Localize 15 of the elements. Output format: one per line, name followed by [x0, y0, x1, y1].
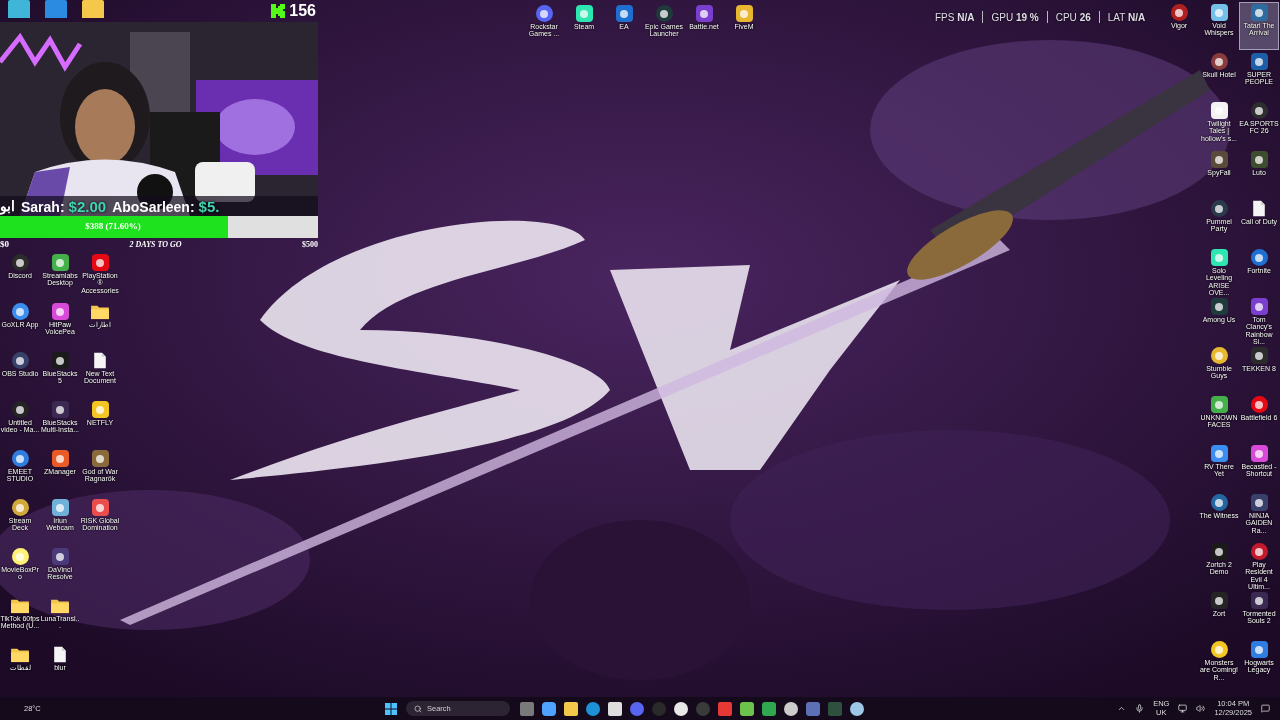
taskbar-app-icon[interactable] [850, 701, 864, 716]
taskbar-app-icon[interactable] [740, 701, 754, 716]
speaker-icon[interactable] [1196, 704, 1206, 713]
taskbar-app-icon[interactable] [608, 701, 622, 716]
taskbar-app-icon[interactable] [762, 701, 776, 716]
taskbar-app-icon[interactable] [674, 701, 688, 716]
taskbar-app-icon[interactable] [564, 701, 578, 716]
microphone-icon[interactable] [1135, 704, 1145, 713]
notification-icon[interactable] [1261, 704, 1270, 713]
taskbar-app-icon[interactable] [784, 701, 798, 716]
windows-logo-icon [385, 702, 397, 715]
network-icon[interactable] [1178, 704, 1188, 713]
search-icon [414, 704, 422, 713]
taskbar-app-icon[interactable] [542, 701, 556, 716]
chevron-up-icon[interactable] [1117, 704, 1127, 713]
